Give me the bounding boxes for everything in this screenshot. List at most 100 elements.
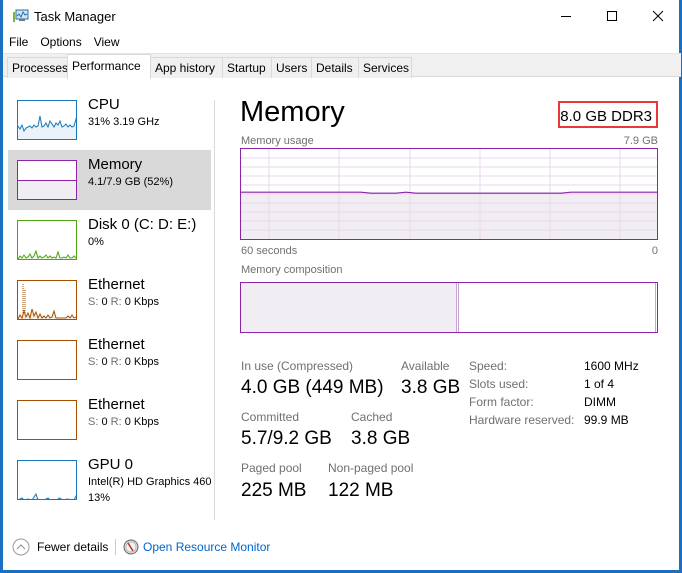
tab-bar: Processes Performance App history Startu… bbox=[3, 53, 681, 79]
send-value: 0 bbox=[101, 296, 108, 308]
ethernet-1-title: Ethernet bbox=[88, 276, 145, 293]
minimize-button[interactable] bbox=[543, 0, 589, 32]
menu-bar: File Options View bbox=[3, 33, 126, 51]
sidebar-divider bbox=[214, 100, 215, 520]
maximize-icon bbox=[607, 11, 617, 21]
cached-label: Cached bbox=[351, 410, 393, 424]
sidebar-item-ethernet-1[interactable]: Ethernet S: 0 R: 0 Kbps bbox=[8, 270, 211, 330]
committed-label: Committed bbox=[241, 410, 300, 424]
non-paged-pool-value: 122 MB bbox=[328, 480, 394, 501]
tab-startup[interactable]: Startup bbox=[222, 57, 272, 78]
window-title: Task Manager bbox=[34, 9, 116, 24]
performance-sidebar: CPU 31% 3.19 GHz Memory 4.1/7.9 GB (52%)… bbox=[3, 78, 215, 520]
ethernet-3-thumbnail-graph bbox=[17, 400, 77, 440]
paged-pool-label: Paged pool bbox=[241, 461, 302, 475]
in-use-value: 4.0 GB (449 MB) bbox=[241, 377, 384, 398]
open-resource-monitor-link[interactable]: Open Resource Monitor bbox=[123, 537, 270, 557]
cached-value: 3.8 GB bbox=[351, 428, 411, 449]
send-label: S: bbox=[88, 296, 99, 308]
fewer-details-button[interactable]: Fewer details bbox=[12, 537, 108, 557]
memory-summary: 4.1/7.9 GB (52%) bbox=[88, 176, 173, 188]
memory-title: Memory bbox=[88, 156, 143, 173]
available-value: 3.8 GB bbox=[401, 377, 461, 398]
disk-summary: 0% bbox=[88, 236, 104, 248]
send-value: 0 bbox=[101, 356, 108, 368]
sidebar-item-ethernet-2[interactable]: Ethernet S: 0 R: 0 Kbps bbox=[8, 330, 211, 390]
non-paged-pool-label: Non-paged pool bbox=[328, 461, 414, 475]
page-title: Memory bbox=[240, 96, 345, 128]
ethernet-3-summary: S: 0 R: 0 Kbps bbox=[88, 416, 159, 428]
receive-label: R: bbox=[110, 356, 122, 368]
available-label: Available bbox=[401, 359, 450, 373]
open-resource-monitor-label: Open Resource Monitor bbox=[143, 540, 271, 554]
task-manager-window: Task Manager File Options View Processes… bbox=[0, 0, 682, 573]
slots-used-label: Slots used: bbox=[469, 377, 529, 391]
cpu-summary: 31% 3.19 GHz bbox=[88, 116, 160, 128]
tab-app-history[interactable]: App history bbox=[150, 57, 223, 78]
cpu-title: CPU bbox=[88, 96, 120, 113]
sidebar-item-disk-0[interactable]: Disk 0 (C: D: E:) 0% bbox=[8, 210, 211, 270]
sidebar-item-gpu-0[interactable]: GPU 0 Intel(R) HD Graphics 460 13% bbox=[8, 450, 216, 510]
memory-composition-bar bbox=[240, 282, 658, 333]
sidebar-item-ethernet-3[interactable]: Ethernet S: 0 R: 0 Kbps bbox=[8, 390, 211, 450]
send-label: S: bbox=[88, 356, 99, 368]
ethernet-3-title: Ethernet bbox=[88, 396, 145, 413]
form-factor-value: DIMM bbox=[584, 395, 616, 409]
receive-value: 0 Kbps bbox=[124, 416, 159, 428]
ethernet-2-thumbnail-graph bbox=[17, 340, 77, 380]
memory-thumbnail-graph bbox=[17, 160, 77, 200]
gpu-usage: 13% bbox=[88, 492, 111, 504]
menu-file[interactable]: File bbox=[3, 33, 34, 51]
menu-view[interactable]: View bbox=[88, 33, 126, 51]
ethernet-1-summary: S: 0 R: 0 Kbps bbox=[88, 296, 159, 308]
window-border-bottom bbox=[1, 570, 682, 572]
memory-spec: 8.0 GB DDR3 bbox=[560, 108, 652, 125]
time-axis-start: 60 seconds bbox=[241, 245, 298, 257]
tab-processes[interactable]: Processes bbox=[7, 57, 68, 78]
memory-usage-max: 7.9 GB bbox=[623, 135, 658, 147]
ethernet-2-title: Ethernet bbox=[88, 336, 145, 353]
hardware-reserved-label: Hardware reserved: bbox=[469, 413, 575, 427]
tab-details[interactable]: Details bbox=[311, 57, 359, 78]
sidebar-item-cpu[interactable]: CPU 31% 3.19 GHz bbox=[8, 90, 211, 150]
cpu-thumbnail-graph bbox=[17, 100, 77, 140]
receive-value: 0 Kbps bbox=[124, 356, 159, 368]
footer-separator bbox=[115, 539, 116, 555]
fewer-details-label: Fewer details bbox=[37, 540, 109, 554]
ethernet-2-summary: S: 0 R: 0 Kbps bbox=[88, 356, 159, 368]
close-icon bbox=[652, 10, 664, 22]
receive-label: R: bbox=[110, 296, 122, 308]
memory-composition-label: Memory composition bbox=[241, 264, 343, 276]
memory-usage-area bbox=[241, 192, 657, 239]
gpu-name: Intel(R) HD Graphics 460 bbox=[88, 476, 212, 488]
receive-value: 0 Kbps bbox=[124, 296, 159, 308]
composition-standby-edge bbox=[655, 283, 656, 332]
footer-bar: Fewer details Open Resource Monitor bbox=[3, 530, 681, 564]
disk-thumbnail-graph bbox=[17, 220, 77, 260]
maximize-button[interactable] bbox=[589, 0, 635, 32]
chevron-up-circle-icon bbox=[12, 538, 30, 556]
send-label: S: bbox=[88, 416, 99, 428]
memory-spec-highlight: 8.0 GB DDR3 bbox=[558, 101, 658, 128]
title-bar[interactable]: Task Manager bbox=[3, 0, 681, 32]
memory-usage-label: Memory usage bbox=[241, 135, 314, 147]
speed-value: 1600 MHz bbox=[584, 359, 639, 373]
memory-usage-chart bbox=[241, 149, 657, 239]
minimize-icon bbox=[561, 16, 571, 17]
send-value: 0 bbox=[101, 416, 108, 428]
tab-services[interactable]: Services bbox=[358, 57, 412, 78]
tab-performance[interactable]: Performance bbox=[67, 54, 151, 79]
tab-users[interactable]: Users bbox=[271, 57, 312, 78]
form-factor-label: Form factor: bbox=[469, 395, 534, 409]
hardware-reserved-value: 99.9 MB bbox=[584, 413, 629, 427]
close-button[interactable] bbox=[635, 0, 681, 32]
ethernet-1-thumbnail-graph bbox=[17, 280, 77, 320]
gpu-thumbnail-graph bbox=[17, 460, 77, 500]
receive-label: R: bbox=[110, 416, 122, 428]
speed-label: Speed: bbox=[469, 359, 508, 373]
task-manager-app-icon bbox=[13, 9, 29, 22]
menu-options[interactable]: Options bbox=[34, 33, 87, 51]
gpu-title: GPU 0 bbox=[88, 456, 134, 473]
window-border-right bbox=[679, 0, 681, 573]
sidebar-item-memory[interactable]: Memory 4.1/7.9 GB (52%) bbox=[8, 150, 211, 210]
